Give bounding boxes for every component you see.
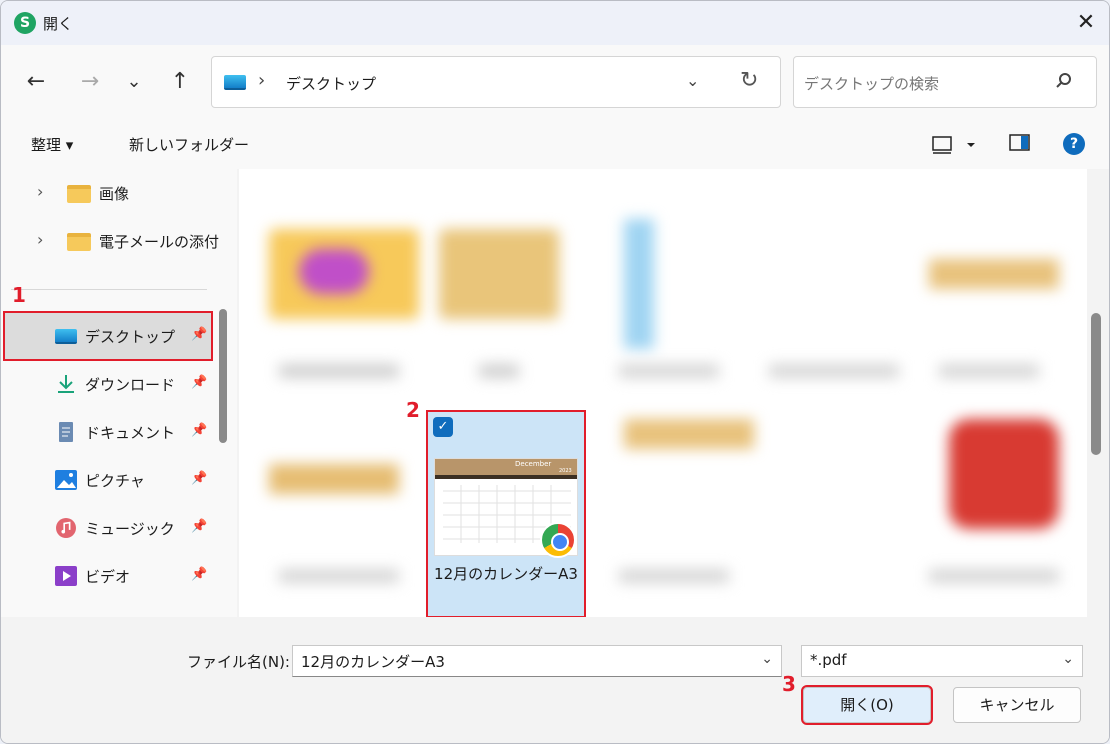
sidebar-item-label: 電子メールの添付 xyxy=(99,233,220,251)
selected-file-tile[interactable]: ✓ December 2023 12月のカレンダーA3 xyxy=(426,410,586,618)
sidebar-item-desktop[interactable]: デスクトップ 📌 xyxy=(3,311,213,361)
blurred-file-name xyxy=(939,364,1039,378)
view-options-icon[interactable] xyxy=(931,135,975,155)
documents-icon xyxy=(59,422,73,442)
sidebar-item-label: 画像 xyxy=(99,185,130,203)
sidebar-item-label: ミュージック xyxy=(85,520,175,538)
breadcrumb-chevron-icon: › xyxy=(258,70,266,91)
chevron-down-icon[interactable]: ⌄ xyxy=(761,651,773,667)
sidebar-item-label: ピクチャ xyxy=(85,472,145,490)
step-marker-3: 3 xyxy=(782,672,796,696)
chrome-icon xyxy=(540,522,576,558)
sidebar-item-videos[interactable]: ビデオ 📌 xyxy=(5,553,211,599)
chevron-down-icon[interactable]: ⌄ xyxy=(1062,651,1074,667)
cancel-button[interactable]: キャンセル xyxy=(953,687,1081,723)
address-bar[interactable]: › デスクトップ ⌄ ↻ xyxy=(211,56,781,108)
search-placeholder: デスクトップの検索 xyxy=(804,75,940,93)
navigation-pane: › 画像 › 電子メールの添付 デスクトップ 📌 ダウンロード 📌 ドキュメント… xyxy=(1,169,237,617)
content-scrollbar[interactable] xyxy=(1091,313,1101,455)
sidebar-item-documents[interactable]: ドキュメント 📌 xyxy=(5,409,211,455)
open-button[interactable]: 開く(O) xyxy=(801,685,933,725)
help-icon[interactable]: ? xyxy=(1063,133,1085,155)
step-marker-2: 2 xyxy=(406,398,420,422)
filename-value: 12月のカレンダーA3 xyxy=(301,653,445,671)
preview-pane-icon[interactable] xyxy=(1009,133,1031,153)
sidebar-item-music[interactable]: ミュージック 📌 xyxy=(5,505,211,551)
desktop-icon xyxy=(224,75,246,90)
blurred-file-thumbnail[interactable] xyxy=(439,229,559,319)
blurred-file-thumbnail[interactable] xyxy=(949,419,1059,529)
blurred-file-thumbnail[interactable] xyxy=(929,259,1059,289)
blurred-file-name xyxy=(929,569,1059,583)
pin-icon[interactable]: 📌 xyxy=(191,327,207,342)
folder-icon xyxy=(67,185,91,203)
filename-label: ファイル名(N): xyxy=(187,653,290,671)
sidebar-item-pictures[interactable]: ピクチャ 📌 xyxy=(5,457,211,503)
title-bar: S 開く ✕ xyxy=(1,1,1109,45)
dialog-title: 開く xyxy=(43,15,74,33)
blurred-file-name xyxy=(479,364,519,378)
blurred-file-thumbnail xyxy=(299,249,369,294)
blurred-file-thumbnail[interactable] xyxy=(624,419,754,449)
expand-chevron-icon[interactable]: › xyxy=(37,182,43,201)
new-folder-button[interactable]: 新しいフォルダー xyxy=(129,134,249,155)
sidebar-item-downloads[interactable]: ダウンロード 📌 xyxy=(5,361,211,407)
pin-icon[interactable]: 📌 xyxy=(191,519,207,534)
search-icon[interactable] xyxy=(1054,71,1074,91)
download-icon xyxy=(58,375,74,393)
sidebar-item-label: デスクトップ xyxy=(85,328,176,346)
sidebar-item-label: ドキュメント xyxy=(85,424,176,442)
blurred-file-thumbnail[interactable] xyxy=(624,219,654,349)
music-icon xyxy=(56,518,76,538)
sidebar-item-email-attachments[interactable]: › 電子メールの添付 xyxy=(5,219,219,265)
filetype-value: *.pdf xyxy=(810,651,847,669)
command-bar: 整理 ▾ 新しいフォルダー ? xyxy=(1,121,1109,169)
blurred-file-name xyxy=(279,364,399,378)
divider xyxy=(11,289,207,290)
search-input[interactable]: デスクトップの検索 xyxy=(793,56,1097,108)
back-button[interactable]: ← xyxy=(19,65,53,99)
navigation-bar: ← → ⌄ ↑ › デスクトップ ⌄ ↻ デスクトップの検索 xyxy=(1,45,1109,121)
blurred-file-name xyxy=(279,569,399,583)
sidebar-scrollbar[interactable] xyxy=(219,309,227,443)
blurred-file-name xyxy=(619,364,719,378)
desktop-icon xyxy=(55,326,77,346)
thumbnail-year: 2023 xyxy=(559,468,572,474)
sidebar-item-label: ダウンロード xyxy=(85,376,176,394)
pin-icon[interactable]: 📌 xyxy=(191,423,207,438)
forward-button[interactable]: → xyxy=(73,65,107,99)
close-button[interactable]: ✕ xyxy=(1071,7,1101,39)
app-icon: S xyxy=(14,12,36,34)
sidebar-item-pictures-folder[interactable]: › 画像 xyxy=(5,171,211,217)
sidebar-item-label: ビデオ xyxy=(85,568,131,586)
filetype-select[interactable]: *.pdf ⌄ xyxy=(801,645,1083,677)
pin-icon[interactable]: 📌 xyxy=(191,471,207,486)
file-list-view xyxy=(239,169,1087,617)
blurred-file-name xyxy=(769,364,899,378)
folder-icon xyxy=(67,233,91,251)
thumbnail-title: December xyxy=(515,460,552,468)
pin-icon[interactable]: 📌 xyxy=(191,375,207,390)
file-name: 12月のカレンダーA3 xyxy=(434,565,578,583)
recent-locations-button[interactable]: ⌄ xyxy=(117,65,151,99)
up-button[interactable]: ↑ xyxy=(163,65,197,99)
filename-input[interactable]: 12月のカレンダーA3 ⌄ xyxy=(292,645,782,677)
checkbox-checked-icon[interactable]: ✓ xyxy=(433,417,453,437)
expand-chevron-icon[interactable]: › xyxy=(37,230,43,249)
pictures-icon xyxy=(55,470,77,490)
open-file-dialog: S 開く ✕ ← → ⌄ ↑ › デスクトップ ⌄ ↻ デスクトップの検索 整理… xyxy=(0,0,1110,744)
videos-icon xyxy=(55,566,77,586)
step-marker-1: 1 xyxy=(12,283,26,307)
breadcrumb-path[interactable]: デスクトップ xyxy=(286,73,376,94)
pin-icon[interactable]: 📌 xyxy=(191,567,207,582)
chevron-down-icon[interactable]: ⌄ xyxy=(686,71,699,90)
refresh-icon[interactable]: ↻ xyxy=(740,68,758,93)
blurred-file-name xyxy=(619,569,729,583)
organize-button[interactable]: 整理 ▾ xyxy=(31,134,73,155)
blurred-file-thumbnail[interactable] xyxy=(269,464,399,494)
dialog-footer: ファイル名(N): 12月のカレンダーA3 ⌄ *.pdf ⌄ 開く(O) キャ… xyxy=(1,617,1109,743)
